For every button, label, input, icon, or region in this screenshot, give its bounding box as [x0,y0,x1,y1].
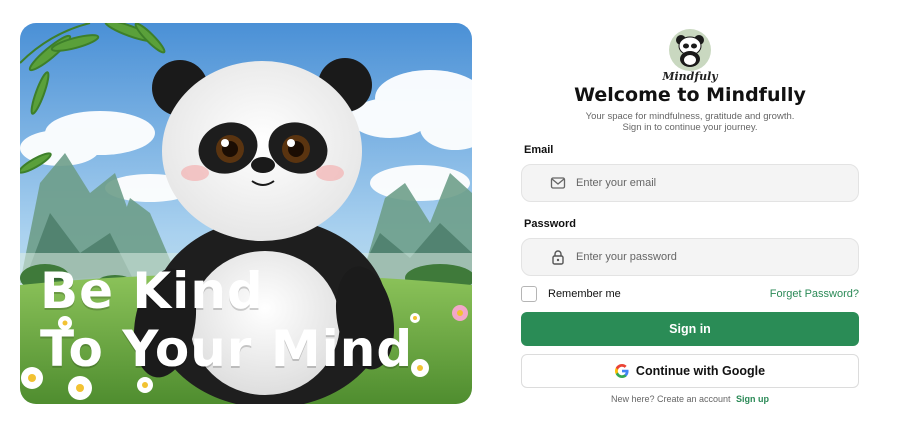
google-signin-button[interactable]: Continue with Google [521,354,859,388]
sign-in-label: Sign in [669,322,711,336]
subtitle-line-1: Your space for mindfulness, gratitude an… [585,111,795,122]
signup-prompt: New here? Create an account Sign up [521,394,859,404]
signup-prompt-text: New here? Create an account [610,394,731,404]
remember-me-checkbox[interactable] [521,286,537,302]
forgot-password-link[interactable]: Forget Password? [770,288,859,300]
logo-text: Mindfuly [662,70,718,83]
email-input[interactable] [576,173,836,193]
hero-slogan: Be Kind To Your Mind [40,262,413,378]
mail-icon [550,177,566,189]
password-field[interactable] [521,238,859,276]
remember-me[interactable]: Remember me [521,286,621,302]
page-title: Welcome to Mindfully [574,84,806,106]
google-icon [614,364,629,378]
password-input[interactable] [576,247,836,267]
google-signin-label: Continue with Google [635,364,766,378]
signup-link[interactable]: Sign up [736,394,769,404]
page-subtitle: Your space for mindfulness, gratitude an… [521,111,859,133]
email-label: Email [524,144,554,156]
panda-logo-icon [669,29,711,71]
sign-in-button[interactable]: Sign in [521,312,859,346]
hero-slogan-line-2: To Your Mind [40,320,414,378]
hero-image: Be Kind To Your Mind [20,23,472,404]
lock-icon [552,250,564,265]
hero-slogan-line-1: Be Kind [40,262,264,320]
email-field[interactable] [521,164,859,202]
password-label: Password [524,218,576,230]
remember-me-label: Remember me [548,288,621,300]
subtitle-line-2: Sign in to continue your journey. [622,122,758,133]
